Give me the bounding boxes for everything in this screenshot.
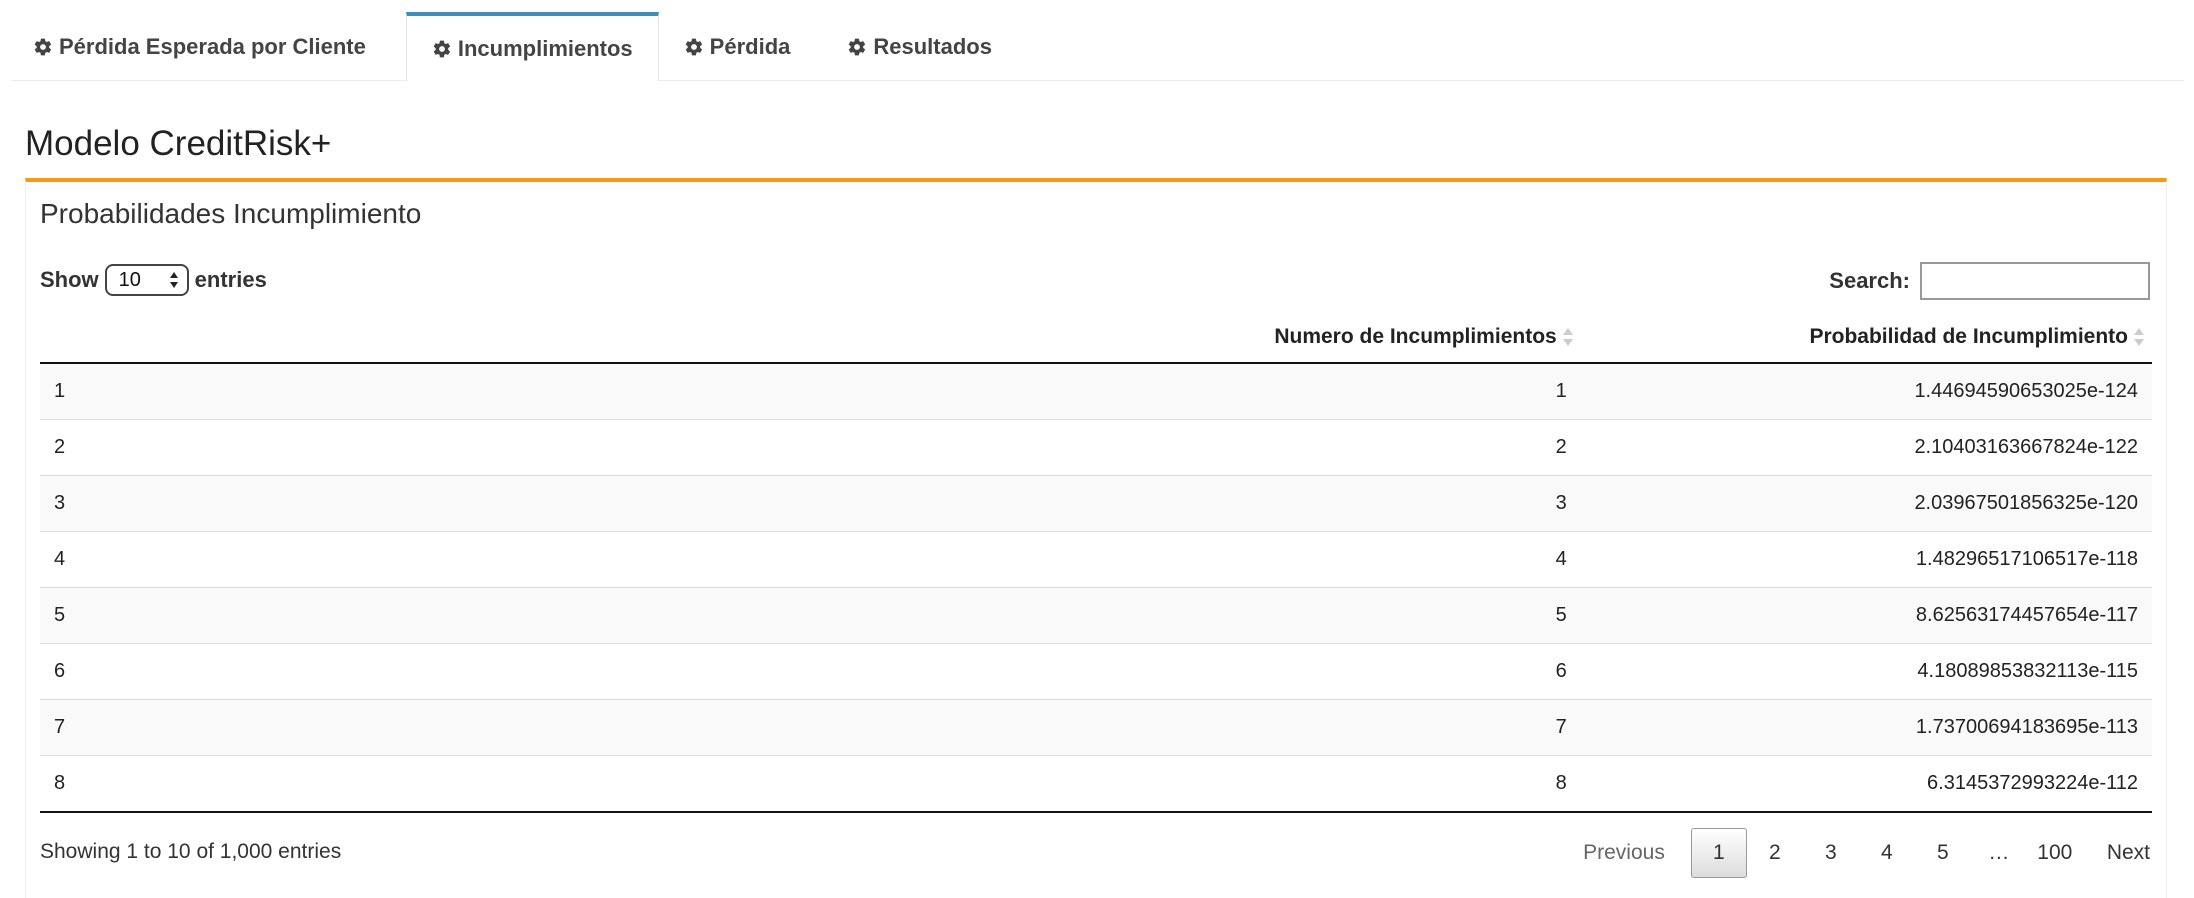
tab-label: Incumplimientos xyxy=(457,35,633,61)
cell-index: 5 xyxy=(40,587,1068,644)
tab-incumplimientos[interactable]: Incumplimientos xyxy=(405,12,659,81)
page-button-2[interactable]: 2 xyxy=(1747,828,1803,878)
search-control: Search: xyxy=(1829,262,2150,300)
page: Pérdida Esperada por Cliente Incumplimie… xyxy=(0,0,2194,898)
tab-label: Pérdida Esperada por Cliente xyxy=(59,34,366,59)
gear-icon xyxy=(34,38,52,56)
entries-select[interactable]: 10 xyxy=(104,264,189,296)
tab-perdida[interactable]: Pérdida xyxy=(659,14,823,80)
cell-probabilidad: 2.10403163667824e-122 xyxy=(1580,419,2152,476)
cell-index: 1 xyxy=(40,363,1068,420)
show-label: Show xyxy=(40,267,99,292)
cell-probabilidad: 6.3145372993224e-112 xyxy=(1580,755,2152,813)
gear-icon xyxy=(433,40,450,57)
cell-index: 7 xyxy=(40,699,1068,756)
table-row: 2 2 2.10403163667824e-122 xyxy=(40,419,2152,476)
cell-probabilidad: 2.03967501856325e-120 xyxy=(1580,475,2152,532)
page-list: 1 2 3 4 5 … 100 xyxy=(1690,828,2083,878)
cell-numero: 2 xyxy=(1068,419,1581,476)
box-title: Probabilidades Incumplimiento xyxy=(40,198,422,229)
cell-probabilidad: 1.48296517106517e-118 xyxy=(1580,531,2152,588)
cell-numero: 4 xyxy=(1068,531,1581,588)
page-button-5[interactable]: 5 xyxy=(1915,828,1971,878)
cell-numero: 6 xyxy=(1068,643,1581,700)
cell-probabilidad: 1.73700694183695e-113 xyxy=(1580,699,2152,756)
column-header-probabilidad[interactable]: Probabilidad de Incumplimiento xyxy=(1580,312,2152,364)
pagination: Previous 1 2 3 4 5 … 100 Next xyxy=(1583,828,2150,878)
page-button-1[interactable]: 1 xyxy=(1690,828,1747,878)
sort-icon xyxy=(2134,328,2144,347)
next-button[interactable]: Next xyxy=(2083,828,2150,878)
cell-numero: 7 xyxy=(1068,699,1581,756)
cell-probabilidad: 1.44694590653025e-124 xyxy=(1580,363,2152,420)
sort-icon xyxy=(1562,328,1573,347)
gear-icon xyxy=(849,38,866,56)
table-row: 8 8 6.3145372993224e-112 xyxy=(40,755,2152,813)
results-box: Probabilidades Incumplimiento Show 10 en… xyxy=(25,178,2167,898)
search-input[interactable] xyxy=(1920,262,2150,300)
table-row: 7 7 1.73700694183695e-113 xyxy=(40,699,2152,756)
page-button-100[interactable]: 100 xyxy=(2027,828,2083,878)
tab-label: Resultados xyxy=(873,34,992,59)
cell-index: 8 xyxy=(40,755,1068,813)
table-row: 1 1 1.44694590653025e-124 xyxy=(40,363,2152,420)
cell-probabilidad: 4.18089853832113e-115 xyxy=(1580,643,2152,700)
data-table: Numero de Incumplimientos Probabilidad d… xyxy=(40,312,2152,813)
table-row: 3 3 2.03967501856325e-120 xyxy=(40,475,2152,532)
tab-bar: Pérdida Esperada por Cliente Incumplimie… xyxy=(11,12,2184,81)
table-row: 6 6 4.18089853832113e-115 xyxy=(40,643,2152,700)
tab-label: Pérdida xyxy=(709,34,791,59)
table-row: 5 5 8.62563174457654e-117 xyxy=(40,587,2152,644)
previous-button[interactable]: Previous xyxy=(1583,828,1691,878)
table-info: Showing 1 to 10 of 1,000 entries xyxy=(40,840,342,863)
column-header-label: Numero de Incumplimientos xyxy=(1274,325,1557,348)
cell-numero: 8 xyxy=(1068,755,1581,813)
table-row: 4 4 1.48296517106517e-118 xyxy=(40,531,2152,588)
cell-index: 2 xyxy=(40,419,1068,476)
page-button-4[interactable]: 4 xyxy=(1859,828,1915,878)
length-control: Show 10 entries xyxy=(40,264,267,296)
tab-resultados[interactable]: Resultados xyxy=(822,14,1024,80)
entries-label: entries xyxy=(194,267,267,292)
column-header-index[interactable] xyxy=(40,312,1068,364)
page-button-3[interactable]: 3 xyxy=(1803,828,1859,878)
tab-perdida-esperada-por-cliente[interactable]: Pérdida Esperada por Cliente xyxy=(11,14,398,80)
column-header-label: Probabilidad de Incumplimiento xyxy=(1809,325,2128,348)
cell-index: 3 xyxy=(40,475,1068,532)
page-ellipsis: … xyxy=(1988,841,2010,864)
entries-select-value: 10 xyxy=(118,268,141,291)
cell-numero: 3 xyxy=(1068,475,1581,532)
cell-numero: 5 xyxy=(1068,587,1581,644)
gear-icon xyxy=(685,38,702,56)
table-body: 1 1 1.44694590653025e-124 2 2 2.1040316366782… xyxy=(40,363,2152,813)
column-header-numero[interactable]: Numero de Incumplimientos xyxy=(1068,312,1581,364)
page-title: Modelo CreditRisk+ xyxy=(25,124,332,163)
cell-probabilidad: 8.62563174457654e-117 xyxy=(1580,587,2152,644)
cell-index: 6 xyxy=(40,643,1068,700)
cell-numero: 1 xyxy=(1068,363,1581,420)
select-arrows-icon xyxy=(169,272,178,288)
search-label: Search: xyxy=(1829,268,1910,293)
table-header-row: Numero de Incumplimientos Probabilidad d… xyxy=(40,312,2152,364)
cell-index: 4 xyxy=(40,531,1068,588)
